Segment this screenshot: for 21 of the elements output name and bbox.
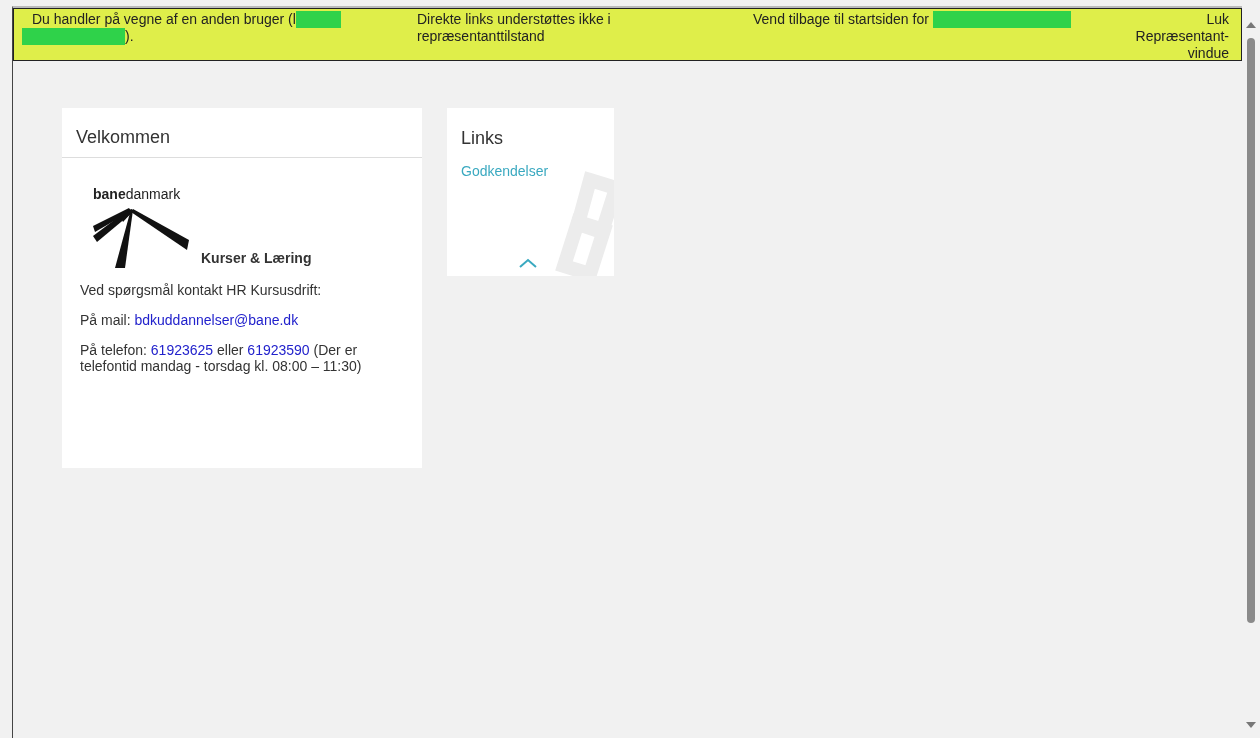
banner-message: ).	[125, 28, 134, 44]
contact-text: Ved spørgsmål kontakt HR Kursusdrift:	[79, 282, 323, 298]
scroll-down-icon[interactable]	[1246, 722, 1256, 728]
close-link[interactable]: Luk Repræsentant-vindue	[1129, 11, 1229, 62]
return-link[interactable]: Vend tilbage til startsiden for	[753, 11, 933, 27]
contact-text: På mail: bdkuddannelser@bane.dk	[79, 312, 300, 328]
contact-link[interactable]: 61923590	[247, 342, 310, 358]
contact-text: På telefon: 61923625 eller 61923590 (Der er telefontid mandag - torsdag kl. 08:00 – 11:30)	[79, 342, 363, 374]
rail-tracks-logo-icon	[93, 206, 189, 268]
card-title: Velkommen	[62, 108, 422, 158]
redaction-block	[295, 11, 341, 28]
scrollbar-thumb[interactable]	[1247, 38, 1255, 623]
banner-message: Du handler på vegne af en anden bruger (l	[32, 11, 296, 27]
scroll-up-icon[interactable]	[1246, 22, 1256, 28]
contact-link[interactable]: bdkuddannelser@bane.dk	[134, 312, 299, 328]
logo-subtitle: Kurser & Læring	[201, 250, 312, 266]
collapse-chevron-icon[interactable]	[519, 258, 537, 268]
contact-link[interactable]: 61923625	[150, 342, 214, 358]
logo-text: banedanmark	[93, 186, 182, 202]
card-title: Links	[461, 128, 505, 149]
banner-notice: Direkte links understøttes ikke i repræsentanttilstand	[417, 11, 612, 46]
